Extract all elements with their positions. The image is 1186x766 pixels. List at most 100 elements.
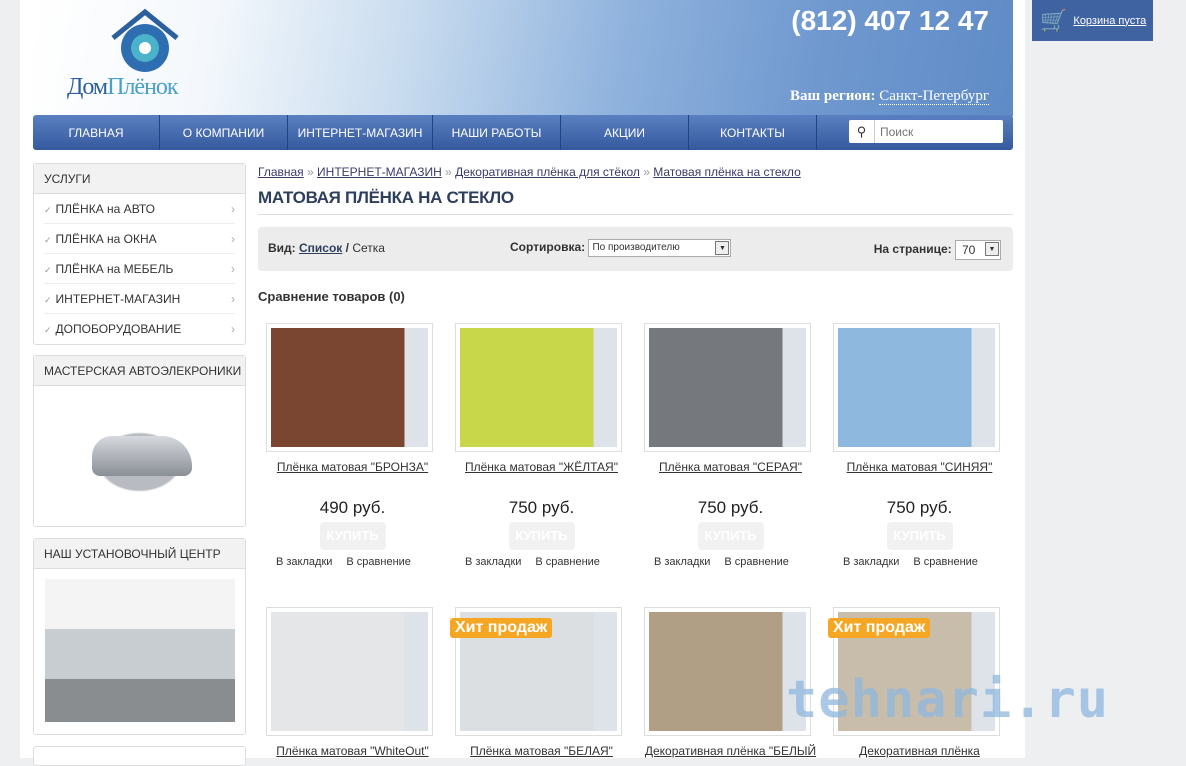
main-nav: ГЛАВНАЯ О КОМПАНИИ ИНТЕРНЕТ-МАГАЗИН НАШИ… xyxy=(33,115,1013,150)
add-to-compare-link[interactable]: В сравнение xyxy=(535,556,600,568)
check-icon: ✓ xyxy=(44,235,52,245)
nav-promo[interactable]: АКЦИИ xyxy=(561,115,689,150)
chevron-down-icon: ▼ xyxy=(715,241,730,255)
service-item[interactable]: ✓ ДОПОБОРУДОВАНИЕ › xyxy=(44,314,235,344)
nav-works[interactable]: НАШИ РАБОТЫ xyxy=(433,115,561,150)
product-price: 750 руб. xyxy=(697,498,764,517)
product-image[interactable] xyxy=(266,323,433,452)
install-center-box: НАШ УСТАНОВОЧНЫЙ ЦЕНТР xyxy=(33,538,246,735)
product-title-link[interactable]: Плёнка матовая "БЕЛАЯ" xyxy=(447,744,636,758)
product-card: Плёнка матовая "СИНЯЯ" 750 руб. КУПИТЬ В … xyxy=(825,323,1014,568)
cart[interactable]: 🛒 Корзина пуста xyxy=(1032,0,1153,41)
view-list-link[interactable]: Список xyxy=(299,241,342,255)
sort-label: Сортировка: xyxy=(510,240,586,255)
nav-about[interactable]: О КОМПАНИИ xyxy=(160,115,288,150)
install-center-title: НАШ УСТАНОВОЧНЫЙ ЦЕНТР xyxy=(34,539,245,569)
product-price: 750 руб. xyxy=(886,498,953,517)
logo-icon xyxy=(111,8,179,72)
watermark: tehnari.ru xyxy=(786,670,1110,730)
region-link[interactable]: Санкт-Петербург xyxy=(879,88,989,105)
services-box: УСЛУГИ ✓ ПЛЁНКА на АВТО › ✓ ПЛЁНКА на ОКНА ›… xyxy=(33,163,246,345)
breadcrumb-link[interactable]: Матовая плёнка на стекло xyxy=(653,165,801,179)
product-title-link[interactable]: Плёнка матовая "СЕРАЯ" xyxy=(636,460,825,474)
product-image[interactable] xyxy=(455,323,622,452)
breadcrumb-link[interactable]: ИНТЕРНЕТ-МАГАЗИН xyxy=(317,165,442,179)
region: Ваш регион: Санкт-Петербург xyxy=(789,88,989,105)
add-to-compare-link[interactable]: В сравнение xyxy=(724,556,789,568)
nav-contacts[interactable]: КОНТАКТЫ xyxy=(689,115,817,150)
view-grid-link[interactable]: Сетка xyxy=(352,241,385,255)
breadcrumb: Главная » ИНТЕРНЕТ-МАГАЗИН » Декоративна… xyxy=(258,165,801,179)
nav-shop[interactable]: ИНТЕРНЕТ-МАГАЗИН xyxy=(288,115,433,150)
product-card: Плёнка матовая "ЖЁЛТАЯ" 750 руб. КУПИТЬ В… xyxy=(447,323,636,568)
breadcrumb-link[interactable]: Главная xyxy=(258,165,304,179)
service-item[interactable]: ✓ ПЛЁНКА на АВТО › xyxy=(44,194,235,224)
add-to-compare-link[interactable]: В сравнение xyxy=(346,556,411,568)
bestseller-badge: Хит продаж xyxy=(450,618,553,638)
buy-button[interactable]: КУПИТЬ xyxy=(697,522,764,550)
product-price: 750 руб. xyxy=(508,498,575,517)
search-box: ⚲ xyxy=(849,120,1003,143)
check-icon: ✓ xyxy=(44,265,52,275)
service-item[interactable]: ✓ ИНТЕРНЕТ-МАГАЗИН › xyxy=(44,284,235,314)
check-icon: ✓ xyxy=(44,295,52,305)
product-title-link[interactable]: Плёнка матовая "WhiteOut" xyxy=(258,744,447,758)
product-title-link[interactable]: Плёнка матовая "СИНЯЯ" xyxy=(825,460,1014,474)
buy-button[interactable]: КУПИТЬ xyxy=(886,522,953,550)
sidebar-box-more xyxy=(33,746,246,766)
per-page-select[interactable]: 70 ▼ xyxy=(955,240,1001,260)
buy-button[interactable]: КУПИТЬ xyxy=(319,522,386,550)
logo[interactable]: ДомПлёнок xyxy=(67,8,207,108)
check-icon: ✓ xyxy=(44,205,52,215)
listing-toolbar: Вид: Список / Сетка Сортировка: По произ… xyxy=(258,227,1013,271)
phone-number: (812) 407 12 47 xyxy=(791,5,989,36)
check-icon: ✓ xyxy=(44,325,52,335)
breadcrumb-link[interactable]: Декоративная плёнка для стёкол xyxy=(455,165,640,179)
per-page-label: На странице: xyxy=(873,242,952,257)
chevron-right-icon: › xyxy=(231,322,235,336)
product-card: Плёнка матовая "WhiteOut" xyxy=(258,607,447,758)
product-image[interactable] xyxy=(644,323,811,452)
header: ДомПлёнок (812) 407 12 47 Ваш регион: Са… xyxy=(33,0,1013,116)
product-image[interactable] xyxy=(266,607,433,736)
page-title: МАТОВАЯ ПЛЁНКА НА СТЕКЛО xyxy=(258,184,1013,215)
logo-text: ДомПлёнок xyxy=(67,74,179,100)
product-card: Плёнка матовая "СЕРАЯ" 750 руб. КУПИТЬ В … xyxy=(636,323,825,568)
services-title: УСЛУГИ xyxy=(34,164,245,194)
chevron-right-icon: › xyxy=(231,202,235,216)
cart-link[interactable]: Корзина пуста xyxy=(1073,15,1146,27)
workshop-image[interactable] xyxy=(47,396,232,516)
chevron-right-icon: › xyxy=(231,292,235,306)
compare-link[interactable]: Сравнение товаров (0) xyxy=(258,289,1013,304)
search-icon[interactable]: ⚲ xyxy=(849,120,875,143)
product-title-link[interactable]: Плёнка матовая "ЖЁЛТАЯ" xyxy=(447,460,636,474)
product-title-link[interactable]: Плёнка матовая "БРОНЗА" xyxy=(258,460,447,474)
service-item[interactable]: ✓ ПЛЁНКА на ОКНА › xyxy=(44,224,235,254)
chevron-right-icon: › xyxy=(231,262,235,276)
bookmark-link[interactable]: В закладки xyxy=(654,556,710,568)
chevron-right-icon: › xyxy=(231,232,235,246)
main-content: Главная » ИНТЕРНЕТ-МАГАЗИН » Декоративна… xyxy=(258,160,1013,304)
add-to-compare-link[interactable]: В сравнение xyxy=(913,556,978,568)
bestseller-badge: Хит продаж xyxy=(828,618,931,638)
workshop-box: МАСТЕРСКАЯ АВТОЭЛЕКРОНИКИ xyxy=(33,355,246,527)
cart-icon: 🛒 xyxy=(1040,7,1068,33)
bookmark-link[interactable]: В закладки xyxy=(276,556,332,568)
bookmark-link[interactable]: В закладки xyxy=(843,556,899,568)
product-price: 490 руб. xyxy=(319,498,386,517)
product-image[interactable]: Хит продаж xyxy=(450,607,622,736)
install-center-image[interactable] xyxy=(44,579,235,722)
product-title-link[interactable]: Декоративная плёнка "БЕЛЫЙ xyxy=(636,744,825,758)
buy-button[interactable]: КУПИТЬ xyxy=(508,522,575,550)
workshop-title: МАСТЕРСКАЯ АВТОЭЛЕКРОНИКИ xyxy=(34,356,245,386)
service-item[interactable]: ✓ ПЛЁНКА на МЕБЕЛЬ › xyxy=(44,254,235,284)
product-card: Плёнка матовая "БРОНЗА" 490 руб. КУПИТЬ В… xyxy=(258,323,447,568)
product-image[interactable] xyxy=(833,323,1000,452)
bookmark-link[interactable]: В закладки xyxy=(465,556,521,568)
product-title-link[interactable]: Декоративная плёнка xyxy=(825,744,1014,758)
nav-home[interactable]: ГЛАВНАЯ xyxy=(33,115,160,150)
search-input[interactable] xyxy=(875,124,995,139)
product-card: Хит продаж Плёнка матовая "БЕЛАЯ" xyxy=(447,607,636,758)
chevron-down-icon: ▼ xyxy=(985,242,999,256)
sort-select[interactable]: По производителю ▼ xyxy=(588,239,732,257)
